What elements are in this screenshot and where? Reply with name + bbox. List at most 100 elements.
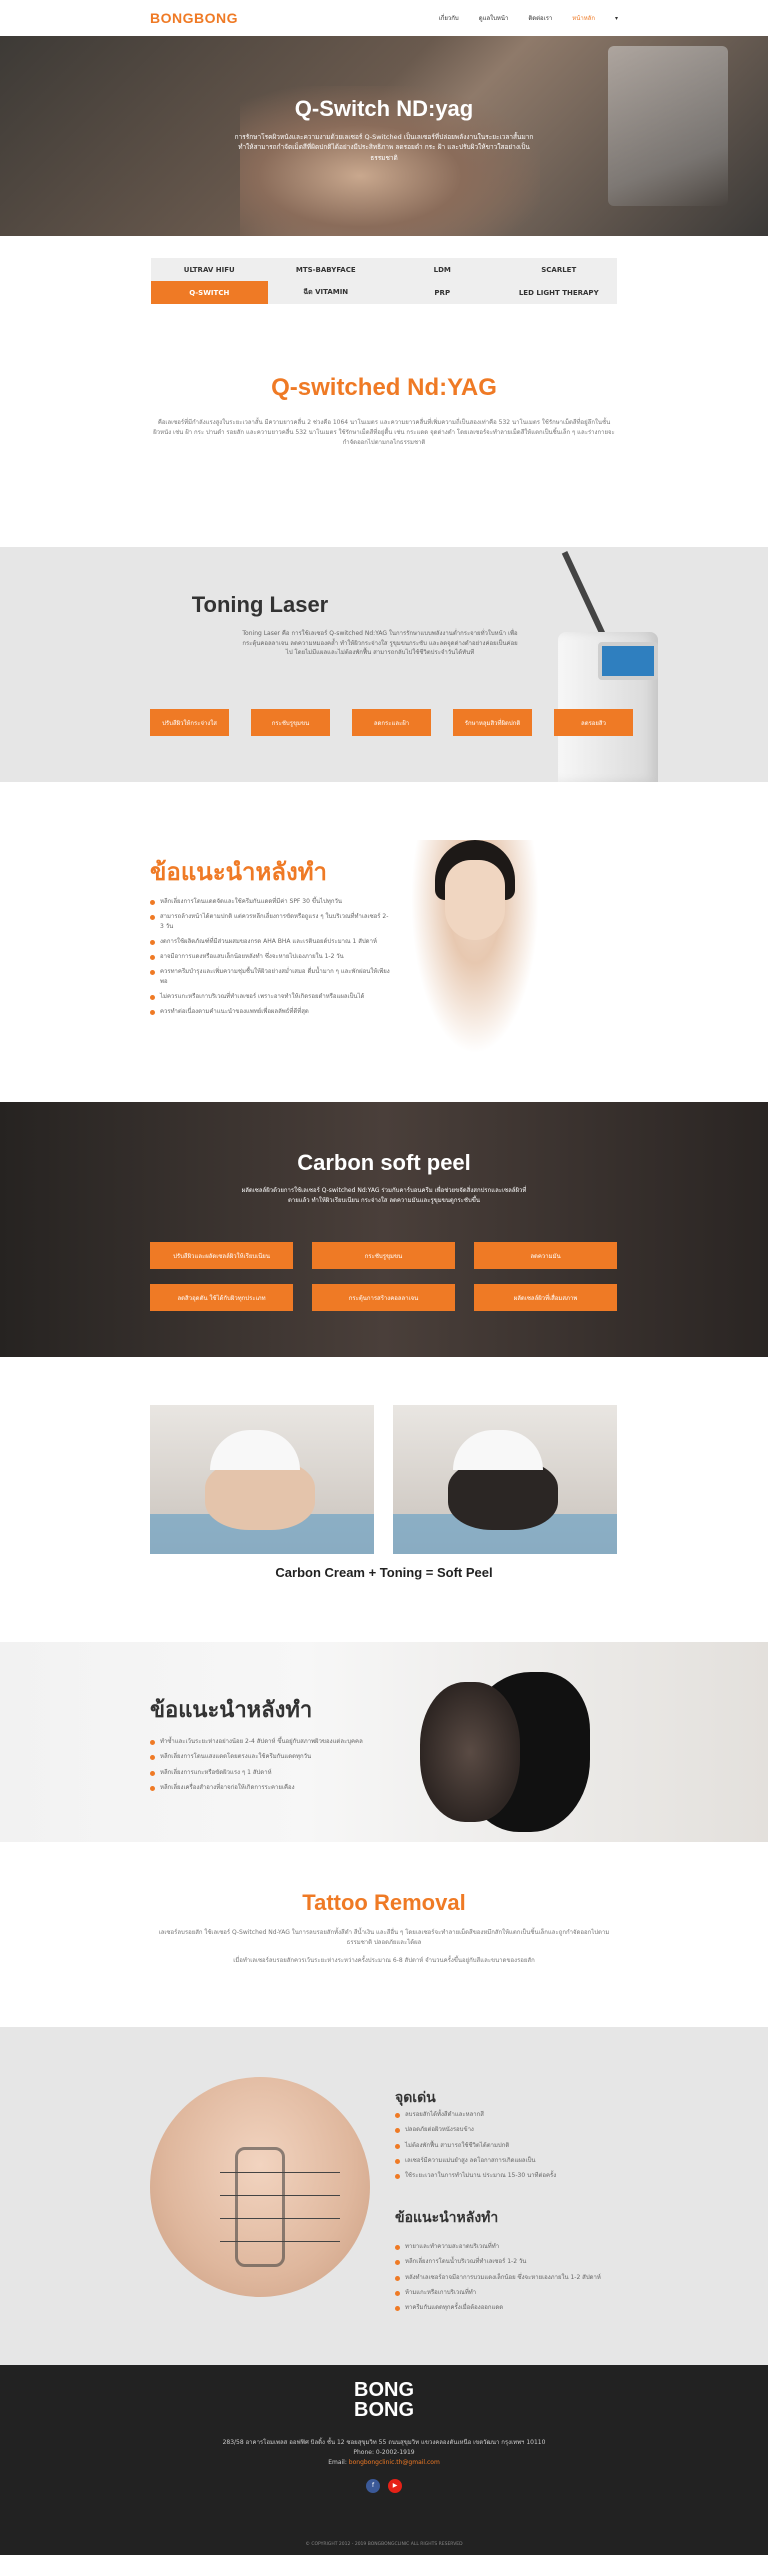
aftercare-section: ข้อแนะนำหลังทำ หลีกเลี่ยงการโดนแดดจัดและ… [0,782,768,1102]
toning-benefit-buttons: ปรับสีผิวให้กระจ่างใส กระชับรูขุมขน ลดกร… [150,709,633,736]
treatment-photos: Carbon Cream + Toning = Soft Peel [0,1357,768,1642]
footer-phone: Phone: 0-2002-1919 [353,2449,415,2457]
qswitch-section: Q-switched Nd:YAG คือเลเซอร์ที่มีกำลังแร… [0,304,768,514]
toning-button[interactable]: รักษาหลุมสิวที่ผิดปกติ [453,709,532,736]
carbon-button[interactable]: กระตุ้นการสร้างคอลลาเจน [312,1284,455,1311]
list-item: หลีกเลี่ยงการโดนน้ำบริเวณที่ทำเลเซอร์ 1-… [395,2257,625,2266]
tab-mts-babyface[interactable]: MTS-BABYFACE [268,258,385,281]
tab-ultrav-hifu[interactable]: ULTRAV HIFU [151,258,268,281]
carbon-button[interactable]: ผลัดเซลล์ผิวที่เสื่อมสภาพ [474,1284,617,1311]
model-woman-image [400,840,550,1080]
carbon-aftercare-title: ข้อแนะนำหลังทำ [150,1697,313,1722]
list-item: งดการใช้ผลิตภัณฑ์ที่มีส่วนผสมของกรด AHA … [150,937,390,946]
carbon-mask-model-image [400,1662,590,1832]
list-item: ไม่ต้องพักฟื้น สามารถใช้ชีวิตได้ตามปกติ [395,2141,625,2150]
list-item: หลังทำเลเซอร์อาจมีอาการบวมแดงเล็กน้อย ซึ… [395,2273,625,2282]
carbon-text: ผลัดเซลล์ผิวด้วยการใช้เลเซอร์ Q-switched… [241,1187,527,1204]
list-item: หลีกเลี่ยงเครื่องสำอางที่อาจก่อให้เกิดกา… [150,1783,380,1792]
tab-vitamin[interactable]: ฉีด VITAMIN [268,281,385,304]
carbon-button[interactable]: กระชับรูขุมขน [312,1242,455,1269]
highlights-list: ลบรอยสักได้ทั้งสีดำและหลากสี ปลอดภัยต่อผ… [395,2110,625,2186]
list-item: ห้ามแกะหรือเกาบริเวณที่ทำ [395,2288,625,2297]
list-item: ทำซ้ำและเว้นระยะห่างอย่างน้อย 2-4 สัปดาห… [150,1737,380,1746]
social-links: f ▶ [0,2478,768,2493]
tattoo-note: เมื่อทำเลเซอร์ลบรอยสักควรเว้นระยะห่างระห… [233,1957,535,1965]
list-item: ทาครีมกันแดดทุกครั้งเมื่อต้องออกแดด [395,2303,625,2312]
tab-prp[interactable]: PRP [384,281,501,304]
tattoo-back-image [150,2077,370,2297]
footer-logo[interactable]: BONG BONG [0,2365,768,2420]
footer-logo-bottom: BONG [354,2399,414,2421]
qswitch-title: Q-switched Nd:YAG [271,374,497,401]
carbon-cream-photo [150,1405,374,1554]
list-item: ปลอดภัยต่อผิวหนังรอบข้าง [395,2125,625,2134]
carbon-peel-photo [393,1405,617,1554]
facebook-icon[interactable]: f [366,2478,380,2493]
footer-email-row: Email: bongbongclinic.th@gmail.com [0,2458,768,2468]
toning-title: Toning Laser [191,592,329,617]
list-item: เลเซอร์มีความแม่นยำสูง ลดโอกาสการเกิดแผล… [395,2156,625,2165]
list-item: ลบรอยสักได้ทั้งสีดำและหลากสี [395,2110,625,2119]
treatment-tabs: ULTRAV HIFU MTS-BABYFACE LDM SCARLET Q-S… [151,258,617,304]
footer: BONG BONG 283/58 อาคารโฮมเพลส ออฟฟิศ บิล… [0,2365,768,2555]
toning-text: Toning Laser คือ การใช้เลเซอร์ Q-switche… [242,630,518,657]
hero-title: Q-Switch ND:yag [294,96,474,121]
carbon-button[interactable]: ลดความมัน [474,1242,617,1269]
tab-led-light-therapy[interactable]: LED LIGHT THERAPY [501,281,618,304]
footer-email-label: Email: [328,2459,347,2467]
toning-button[interactable]: ลดกระและฝ้า [352,709,431,736]
list-item: ควรทำต่อเนื่องตามคำแนะนำของแพทย์เพื่อผลล… [150,1007,390,1016]
header-bar: BONGBONG เกี่ยวกับ ดูแลใบหน้า ติดต่อเรา … [0,0,768,36]
aftercare-title: ข้อแนะนำหลังทำ [150,859,328,886]
tab-ldm[interactable]: LDM [384,258,501,281]
copyright: © COPYRIGHT 2012 - 2019 BONGBONGCLINIC A… [305,2542,463,2547]
aftercare-list: หลีกเลี่ยงการโดนแดดจัดและใช้ครีมกันแดดที… [150,897,390,1023]
carbon-benefit-buttons: ปรับสีผิวและผลัดเซลล์ผิวให้เรียบเนียน กร… [150,1242,617,1311]
logo[interactable]: BONGBONG [150,10,238,26]
nav-item-about[interactable]: เกี่ยวกับ [439,13,459,23]
list-item: อาจมีอาการแดงหรือแสบเล็กน้อยหลังทำ ซึ่งจ… [150,952,390,961]
nav-item-contact[interactable]: ติดต่อเรา [528,13,552,23]
carbon-button[interactable]: ลดสิวอุดตัน ใช้ได้กับผิวทุกประเภท [150,1284,293,1311]
tattoo-removal-section: Tattoo Removal เลเซอร์ลบรอยสัก ใช้เลเซอร… [0,1842,768,2027]
carbon-aftercare-section: ข้อแนะนำหลังทำ ทำซ้ำและเว้นระยะห่างอย่าง… [0,1642,768,1842]
toning-button[interactable]: กระชับรูขุมขน [251,709,330,736]
carbon-button[interactable]: ปรับสีผิวและผลัดเซลล์ผิวให้เรียบเนียน [150,1242,293,1269]
list-item: ควรทาครีมบำรุงและเพิ่มความชุ่มชื้นให้ผิว… [150,967,390,986]
photos-caption: Carbon Cream + Toning = Soft Peel [275,1565,493,1580]
list-item: ทายาและทำความสะอาดบริเวณที่ทำ [395,2242,625,2251]
tattoo-text: เลเซอร์ลบรอยสัก ใช้เลเซอร์ Q-Switched Nd… [158,1929,610,1947]
tattoo-title: Tattoo Removal [302,1890,466,1915]
footer-email-link[interactable]: bongbongclinic.th@gmail.com [349,2459,440,2466]
qswitch-text: คือเลเซอร์ที่มีกำลังแรงสูงในระยะเวลาสั้น… [153,419,615,447]
toning-section: Toning Laser Toning Laser คือ การใช้เลเซ… [0,547,768,782]
list-item: หลีกเลี่ยงการแกะหรือขัดผิวแรง ๆ 1 สัปดาห… [150,1768,380,1777]
youtube-icon[interactable]: ▶ [388,2478,402,2493]
nav-item-home[interactable]: หน้าหลัก [572,13,595,23]
list-item: ใช้ระยะเวลาในการทำไม่นาน ประมาณ 15-30 นา… [395,2171,625,2180]
list-item: ไม่ควรแกะหรือเกาบริเวณที่ทำเลเซอร์ เพราะ… [150,992,390,1001]
list-item: สามารถล้างหน้าได้ตามปกติ แต่ควรหลีกเลี่ย… [150,912,390,931]
carbon-aftercare-list: ทำซ้ำและเว้นระยะห่างอย่างน้อย 2-4 สัปดาห… [150,1737,380,1798]
tab-q-switch[interactable]: Q-SWITCH [151,281,268,304]
list-item: หลีกเลี่ยงการโดนแดดจัดและใช้ครีมกันแดดที… [150,897,390,906]
hero-banner: Q-Switch ND:yag การรักษาโรคผิวหนังและควา… [0,36,768,236]
footer-address: 283/58 อาคารโฮมเพลส ออฟฟิศ บิลดิ้ง ชั้น … [222,2439,546,2446]
nav-item-facial[interactable]: ดูแลใบหน้า [479,13,509,23]
carbon-peel-section: Carbon soft peel ผลัดเซลล์ผิวด้วยการใช้เ… [0,1102,768,1357]
toning-button[interactable]: ปรับสีผิวให้กระจ่างใส [150,709,229,736]
carbon-title: Carbon soft peel [297,1150,471,1175]
tab-scarlet[interactable]: SCARLET [501,258,618,281]
footer-contact: 283/58 อาคารโฮมเพลส ออฟฟิศ บิลดิ้ง ชั้น … [0,2438,768,2469]
tattoo-aftercare-heading: ข้อแนะนำหลังทำ [395,2209,499,2225]
main-nav: เกี่ยวกับ ดูแลใบหน้า ติดต่อเรา หน้าหลัก … [439,13,618,23]
footer-logo-top: BONG [354,2379,414,2401]
list-item: หลีกเลี่ยงการโดนแสงแดดโดยตรงและใช้ครีมกั… [150,1752,380,1761]
tattoo-aftercare-list: ทายาและทำความสะอาดบริเวณที่ทำ หลีกเลี่ยง… [395,2242,625,2318]
tattoo-detail-section: จุดเด่น ลบรอยสักได้ทั้งสีดำและหลากสี ปลอ… [0,2027,768,2365]
laser-machine-image [538,542,668,782]
highlights-heading: จุดเด่น [395,2089,436,2105]
toning-button[interactable]: ลดรอยสิว [554,709,633,736]
chevron-down-icon[interactable]: ▾ [615,15,618,22]
hero-description: การรักษาโรคผิวหนังและความงามด้วยเลเซอร์ … [234,133,534,162]
